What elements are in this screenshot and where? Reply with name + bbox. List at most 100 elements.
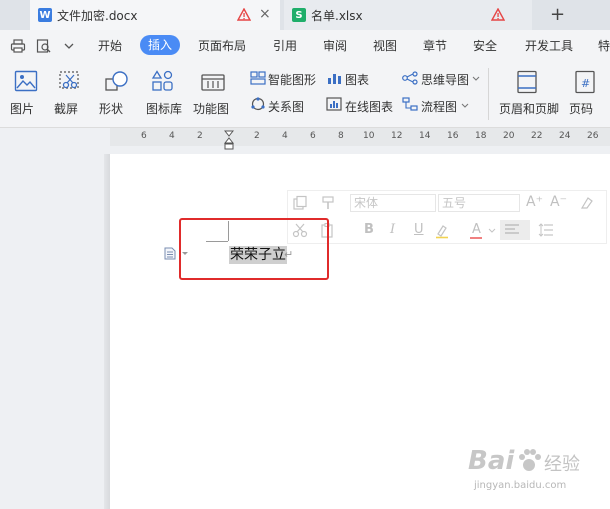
- ruler-tick: 4: [169, 131, 175, 141]
- ribbon-divider: [488, 68, 489, 120]
- new-tab-button[interactable]: +: [550, 4, 565, 25]
- chevron-down-icon[interactable]: [488, 228, 496, 234]
- menu-bar: 开始 插入 页面布局 引用 审阅 视图 章节 安全 开发工具 特: [0, 30, 610, 60]
- line-spacing-icon[interactable]: [538, 222, 554, 238]
- ruler-tick: 10: [363, 131, 375, 141]
- flowchart-button[interactable]: 流程图: [421, 98, 457, 115]
- mindmap-icon: [402, 71, 418, 85]
- clear-format-icon[interactable]: [579, 195, 595, 211]
- paragraph-layout-icon[interactable]: [164, 247, 176, 260]
- menu-developer[interactable]: 开发工具: [525, 37, 573, 54]
- shrink-font-button[interactable]: A⁻: [550, 194, 567, 210]
- grow-font-button[interactable]: A⁺: [526, 194, 543, 210]
- align-button[interactable]: [500, 220, 530, 240]
- excel-file-icon: S: [292, 8, 306, 22]
- ruler-tick: 12: [391, 131, 403, 141]
- format-painter-icon[interactable]: [320, 195, 336, 211]
- function-chart-icon[interactable]: [200, 70, 226, 92]
- relation-button[interactable]: 关系图: [268, 98, 304, 115]
- menu-home[interactable]: 开始: [98, 37, 122, 54]
- bold-button[interactable]: B: [364, 222, 374, 237]
- menu-page-layout[interactable]: 页面布局: [198, 37, 246, 54]
- font-family-value: 宋体: [354, 196, 379, 210]
- online-chart-icon: [326, 97, 342, 111]
- print-icon[interactable]: [10, 39, 26, 53]
- tab-title: 名单.xlsx: [311, 8, 363, 23]
- shape-button[interactable]: 形状: [99, 100, 123, 117]
- baidu-jingyan-watermark: Bai 经验 jingyan.baidu.com: [468, 440, 598, 500]
- ruler-tick: 2: [197, 131, 203, 141]
- watermark-url: jingyan.baidu.com: [474, 480, 567, 491]
- ruler-tick: 24: [559, 131, 571, 141]
- indent-marker-icon[interactable]: [224, 130, 234, 152]
- ruler-tick: 20: [503, 131, 515, 141]
- ruler-tick: 4: [282, 131, 288, 141]
- tab-word-document[interactable]: W 文件加密.docx ×: [30, 0, 280, 30]
- ruler-tick: 14: [419, 131, 431, 141]
- relation-icon: [251, 97, 265, 111]
- ruler-tick: 2: [254, 131, 260, 141]
- header-footer-button[interactable]: 页眉和页脚: [499, 100, 559, 117]
- chevron-down-icon[interactable]: [461, 103, 469, 109]
- watermark-brand: Bai: [468, 446, 515, 476]
- tab-bar-left-area: [0, 0, 30, 30]
- icon-library-icon[interactable]: [151, 70, 175, 92]
- horizontal-ruler[interactable]: 6 4 2 2 4 6 8 10 12 14 16 18 20 22 24 26: [0, 128, 610, 154]
- screenshot-button[interactable]: 截屏: [54, 100, 78, 117]
- shape-icon[interactable]: [104, 70, 130, 92]
- header-footer-icon[interactable]: [516, 70, 538, 94]
- picture-button[interactable]: 图片: [10, 100, 34, 117]
- page-number-button[interactable]: 页码: [569, 100, 593, 117]
- print-preview-icon[interactable]: [36, 39, 52, 53]
- tab-close-icon[interactable]: ×: [259, 7, 271, 21]
- page-number-icon[interactable]: #: [574, 70, 596, 94]
- flowchart-icon: [402, 97, 418, 111]
- ruler-tick: 6: [310, 131, 316, 141]
- ruler-tick: 22: [531, 131, 543, 141]
- icon-library-button[interactable]: 图标库: [146, 100, 182, 117]
- svg-text:#: #: [581, 77, 590, 90]
- chevron-down-icon[interactable]: [472, 76, 480, 82]
- highlight-icon[interactable]: [434, 223, 450, 239]
- font-color-swatch: [470, 237, 482, 239]
- quick-access-dropdown-icon[interactable]: [64, 42, 74, 50]
- ribbon-toolbar: 图片 截屏 形状 图标库 功能图 智能图形 图表 思维导图 关系图 在线图表 流…: [0, 60, 610, 128]
- menu-chapter[interactable]: 章节: [423, 37, 447, 54]
- menu-review[interactable]: 审阅: [323, 37, 347, 54]
- watermark-brand-cn: 经验: [544, 454, 580, 475]
- align-left-icon: [505, 224, 519, 234]
- screenshot-icon[interactable]: [58, 70, 82, 92]
- menu-insert[interactable]: 插入: [140, 35, 181, 55]
- paw-logo-icon: [519, 449, 541, 471]
- ruler-tick: 8: [338, 131, 344, 141]
- menu-references[interactable]: 引用: [273, 37, 297, 54]
- font-color-button[interactable]: A: [472, 222, 481, 237]
- online-chart-button[interactable]: 在线图表: [345, 98, 393, 115]
- chart-icon: [328, 74, 341, 84]
- ruler-tick: 26: [587, 131, 599, 141]
- ruler-tick: 16: [447, 131, 459, 141]
- warning-icon: [491, 8, 505, 21]
- smart-shape-button[interactable]: 智能图形: [268, 71, 316, 88]
- ruler-tick: 18: [475, 131, 487, 141]
- menu-view[interactable]: 视图: [373, 37, 397, 54]
- copy-icon[interactable]: [292, 195, 308, 211]
- font-size-value: 五号: [442, 196, 467, 210]
- floating-format-toolbar: 宋体 五号 A⁺ A⁻ B I U A: [287, 190, 607, 244]
- ruler-tick: 6: [141, 131, 147, 141]
- italic-button[interactable]: I: [390, 222, 395, 237]
- chart-button[interactable]: 图表: [345, 71, 369, 88]
- highlight-annotation-box: [179, 218, 329, 280]
- word-file-icon: W: [38, 8, 52, 22]
- tab-bar: W 文件加密.docx × S 名单.xlsx +: [0, 0, 610, 30]
- smart-shape-icon: [250, 71, 266, 85]
- menu-more[interactable]: 特: [598, 37, 610, 54]
- tab-excel-document[interactable]: S 名单.xlsx: [284, 0, 532, 30]
- function-chart-button[interactable]: 功能图: [193, 100, 229, 117]
- mindmap-button[interactable]: 思维导图: [421, 71, 469, 88]
- menu-security[interactable]: 安全: [473, 37, 497, 54]
- picture-icon[interactable]: [14, 70, 38, 92]
- font-family-select[interactable]: 宋体: [350, 194, 436, 212]
- font-size-select[interactable]: 五号: [438, 194, 520, 212]
- underline-button[interactable]: U: [414, 222, 424, 237]
